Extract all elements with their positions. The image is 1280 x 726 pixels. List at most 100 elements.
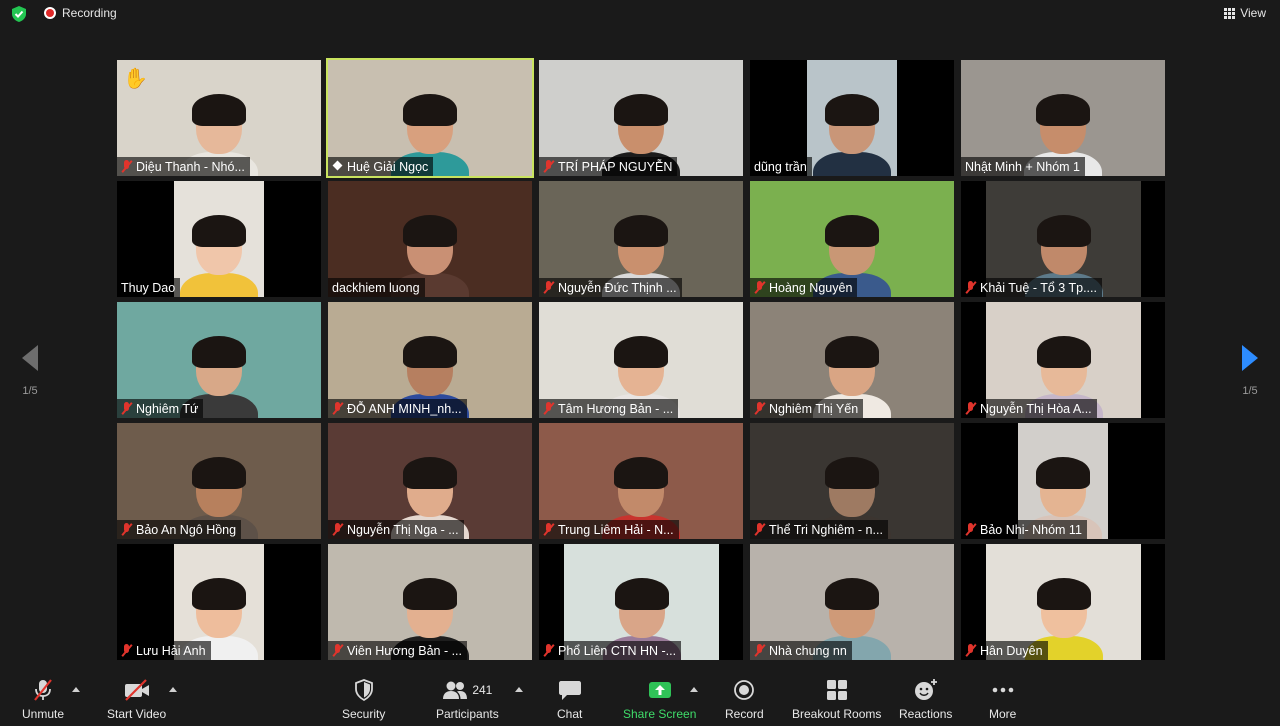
gallery-grid-icon — [1224, 7, 1236, 19]
participant-tile[interactable]: Nghiêm Thị Yến — [750, 302, 954, 418]
participant-tile[interactable]: Phổ Liên CTN HN -... — [539, 544, 743, 660]
participant-name-tag: Nhật Minh + Nhóm 1 — [961, 157, 1085, 176]
previous-page-button[interactable]: 1/5 — [10, 345, 50, 397]
participant-tile[interactable]: TRÍ PHÁP NGUYỄN — [539, 60, 743, 176]
security-shield-icon[interactable] — [10, 5, 28, 23]
audio-options-caret-icon[interactable] — [72, 687, 80, 692]
security-label: Security — [342, 707, 386, 721]
video-options-caret-icon[interactable] — [169, 687, 177, 692]
muted-microphone-icon — [754, 281, 765, 294]
view-label: View — [1240, 6, 1266, 20]
participant-tile[interactable]: Nhật Minh + Nhóm 1 — [961, 60, 1165, 176]
participant-name: Thể Tri Nghiêm - n... — [769, 522, 883, 537]
view-button[interactable]: View — [1224, 6, 1266, 20]
participant-tile[interactable]: Hoàng Nguyên — [750, 181, 954, 297]
participant-name: Nghiêm Thị Yến — [769, 401, 859, 416]
participant-tile[interactable]: Nhà chung nn — [750, 544, 954, 660]
more-button[interactable]: More — [989, 678, 1016, 721]
participant-name-tag: Viên Hương Bản - ... — [328, 641, 468, 660]
participant-tile[interactable]: Huệ Giải Ngọc — [326, 58, 534, 178]
page-indicator-right: 1/5 — [1242, 385, 1258, 397]
chat-button[interactable]: Chat — [557, 678, 582, 721]
share-screen-button[interactable]: Share Screen — [623, 678, 696, 721]
participant-name: Viên Hương Bản - ... — [347, 643, 463, 658]
participants-count: 241 — [472, 683, 493, 697]
participants-options-caret-icon[interactable] — [515, 687, 523, 692]
participant-name-tag: dackhiem luong — [328, 278, 425, 297]
participant-name: Hân Duyên — [980, 643, 1043, 658]
next-page-button[interactable]: 1/5 — [1230, 345, 1270, 397]
participant-name: Bảo An Ngô Hồng — [136, 522, 237, 537]
muted-microphone-icon — [965, 281, 976, 294]
start-video-button[interactable]: Start Video — [107, 678, 166, 721]
muted-microphone-icon — [121, 523, 132, 536]
participant-name-tag: Bảo An Ngô Hồng — [117, 520, 242, 539]
participant-name-tag: Trung Liêm Hải - N... — [539, 520, 679, 539]
participant-tile[interactable]: Thể Tri Nghiêm - n... — [750, 423, 954, 539]
muted-microphone-icon — [332, 402, 343, 415]
muted-microphone-icon — [543, 160, 554, 173]
participant-tile[interactable]: Nguyễn Đức Thịnh ... — [539, 181, 743, 297]
muted-microphone-icon — [121, 402, 132, 415]
participant-name-tag: Huệ Giải Ngọc — [328, 157, 434, 176]
record-label: Record — [725, 707, 764, 721]
participant-tile[interactable]: dũng trần — [750, 60, 954, 176]
chat-label: Chat — [557, 707, 583, 721]
participant-tile[interactable]: Hân Duyên — [961, 544, 1165, 660]
arrow-right-icon — [1242, 345, 1258, 371]
smiley-plus-icon — [914, 678, 938, 702]
participant-name-tag: Nguyễn Thị Hòa A... — [961, 399, 1097, 418]
participant-tile[interactable]: Khải Tuệ - Tổ 3 Tp.... — [961, 181, 1165, 297]
participant-tile[interactable]: Trung Liêm Hải - N... — [539, 423, 743, 539]
participant-name: Phổ Liên CTN HN -... — [558, 643, 677, 658]
participant-tile[interactable]: Nguyễn Thị Nga - ... — [328, 423, 532, 539]
chat-bubble-icon — [558, 678, 582, 702]
participant-tile[interactable]: Nguyễn Thị Hòa A... — [961, 302, 1165, 418]
muted-microphone-icon — [121, 160, 132, 173]
muted-microphone-icon — [754, 402, 765, 415]
participant-tile[interactable]: ✋ Diệu Thanh - Nhó... — [117, 60, 321, 176]
video-gallery: ✋ Diệu Thanh - Nhó... Huệ Giải Ngọc TRÍ PHÁ… — [117, 58, 1165, 660]
participant-name: Tâm Hương Bản - ... — [558, 401, 674, 416]
participant-tile[interactable]: ĐỖ ANH MINH_nh... — [328, 302, 532, 418]
muted-microphone-icon — [965, 644, 976, 657]
participant-video — [807, 60, 897, 176]
muted-microphone-icon — [543, 644, 554, 657]
participant-tile[interactable]: Thuy Dao — [117, 181, 321, 297]
participant-tile[interactable]: dackhiem luong — [328, 181, 532, 297]
participant-name: Thuy Dao — [121, 280, 176, 295]
more-dots-icon — [991, 678, 1015, 702]
shield-icon — [354, 678, 374, 702]
participants-button[interactable]: 241 Participants — [436, 678, 499, 721]
muted-microphone-icon — [543, 523, 554, 536]
participant-name: Nguyễn Thị Hòa A... — [980, 401, 1092, 416]
participant-name: Lưu Hải Anh — [136, 643, 206, 658]
participant-name: TRÍ PHÁP NGUYỄN — [558, 159, 673, 174]
reactions-label: Reactions — [899, 707, 953, 721]
participant-tile[interactable]: Bảo An Ngô Hồng — [117, 423, 321, 539]
participant-tile[interactable]: Lưu Hải Anh — [117, 544, 321, 660]
participant-tile[interactable]: Nghiêm Tứ — [117, 302, 321, 418]
reactions-button[interactable]: Reactions — [899, 678, 952, 721]
recording-label: Recording — [62, 6, 117, 20]
recording-indicator[interactable]: Recording — [44, 6, 117, 20]
participant-name-tag: Nghiêm Tứ — [117, 399, 204, 418]
breakout-rooms-button[interactable]: Breakout Rooms — [792, 678, 881, 721]
participant-name-tag: Hoàng Nguyên — [750, 278, 858, 297]
security-button[interactable]: Security — [342, 678, 385, 721]
participants-icon-wrap: 241 — [442, 678, 492, 702]
share-screen-arrow-icon — [648, 678, 672, 702]
recording-dot-icon — [44, 7, 56, 19]
participant-name: dackhiem luong — [332, 280, 420, 295]
participant-tile[interactable]: Viên Hương Bản - ... — [328, 544, 532, 660]
participant-video — [174, 181, 264, 297]
breakout-rooms-icon — [826, 678, 848, 702]
participant-name-tag: ĐỖ ANH MINH_nh... — [328, 399, 467, 418]
share-options-caret-icon[interactable] — [690, 687, 698, 692]
participant-name-tag: Lưu Hải Anh — [117, 641, 211, 660]
participant-tile[interactable]: Bảo Nhi- Nhóm 11 — [961, 423, 1165, 539]
record-button[interactable]: Record — [725, 678, 764, 721]
participant-tile[interactable]: Tâm Hương Bản - ... — [539, 302, 743, 418]
muted-microphone-icon — [965, 523, 976, 536]
unmute-button[interactable]: Unmute — [22, 678, 64, 721]
